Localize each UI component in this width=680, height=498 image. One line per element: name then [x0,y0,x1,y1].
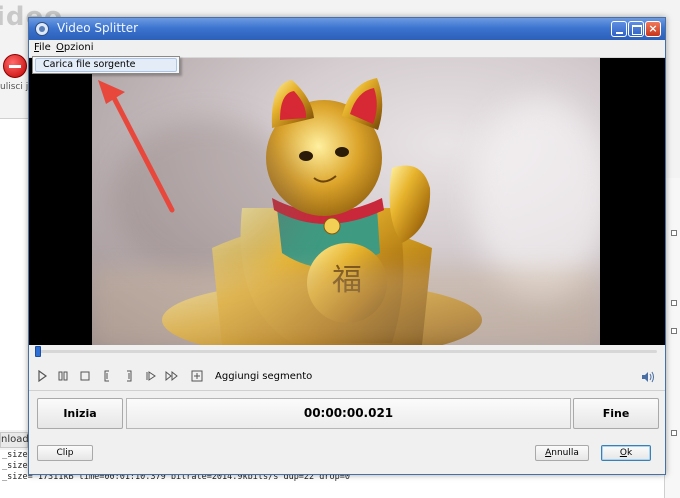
minimize-button[interactable] [611,21,627,37]
timeline-track[interactable] [37,350,657,353]
cancel-button[interactable]: Annulla [535,445,589,461]
video-preview: 福 [29,58,665,345]
file-menu-dropdown: Carica file sorgente [32,56,180,74]
collapse-marker-icon[interactable] [671,230,677,236]
menu-file[interactable]: File [34,42,51,53]
stop-icon[interactable] [3,54,27,78]
close-button[interactable]: × [645,21,661,37]
fast-forward-icon[interactable] [165,370,179,384]
video-splitter-window: Video Splitter × File Opzioni 福 Aggiungi… [28,17,666,475]
collapse-marker-icon[interactable] [671,430,677,436]
stop-icon[interactable] [78,370,92,384]
player-toolbar: Aggiungi segmento [29,368,665,386]
background-left-panel [0,118,28,430]
start-button[interactable]: Inizia [37,398,123,429]
pause-icon[interactable] [56,370,70,384]
timeline-scrubber[interactable] [29,345,665,357]
separator [29,390,665,391]
ok-button[interactable]: Ok [601,445,651,461]
mark-in-icon[interactable] [100,370,114,384]
clip-button[interactable]: Clip [37,445,93,461]
timeline-thumb[interactable] [35,346,41,357]
volume-icon[interactable] [641,371,655,383]
video-frame: 福 [92,58,600,345]
time-controls: Inizia 00:00:00.021 Fine [29,398,665,432]
menu-opzioni[interactable]: Opzioni [56,42,93,53]
collapse-marker-icon[interactable] [671,300,677,306]
maximize-button[interactable] [628,21,644,37]
title-bar[interactable]: Video Splitter × [29,18,665,40]
background-right-panel [664,178,680,498]
add-segment-label[interactable]: Aggiungi segmento [215,371,312,382]
mark-out-icon[interactable] [122,370,136,384]
gear-app-icon [35,22,49,36]
play-icon[interactable] [35,369,49,384]
add-segment-icon[interactable] [190,370,204,384]
window-title: Video Splitter [57,21,139,35]
collapse-marker-icon[interactable] [671,328,677,334]
menu-item-load-source[interactable]: Carica file sorgente [35,58,177,72]
step-forward-icon[interactable] [144,370,158,384]
downloads-tab[interactable]: nloads [0,432,34,448]
end-button[interactable]: Fine [573,398,659,429]
time-display: 00:00:00.021 [126,398,571,429]
